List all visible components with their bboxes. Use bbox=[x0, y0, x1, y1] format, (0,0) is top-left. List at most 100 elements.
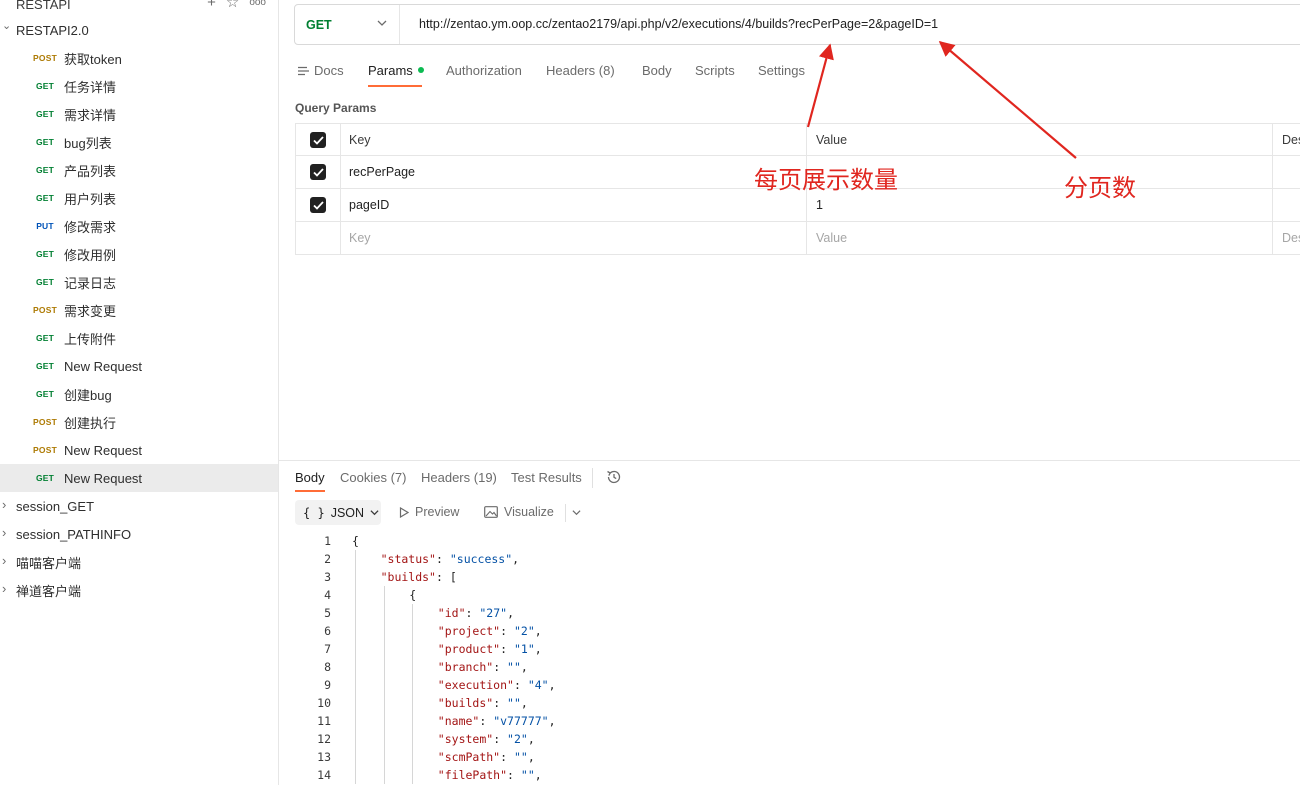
json-key: "builds" bbox=[380, 570, 436, 584]
response-tab-test-results[interactable]: Test Results bbox=[511, 470, 582, 485]
response-tab-body[interactable]: Body bbox=[295, 470, 325, 485]
sidebar-request-item[interactable]: GET 需求详情 bbox=[0, 100, 278, 128]
line-number: 1 bbox=[324, 534, 331, 548]
sidebar-folder[interactable]: › 禅道客户端 bbox=[0, 576, 278, 604]
chevron-down-icon[interactable]: ⌄ bbox=[2, 19, 12, 32]
json-key: "execution" bbox=[437, 678, 514, 692]
new-value-input[interactable]: Value bbox=[807, 222, 1273, 254]
param-check-cell[interactable] bbox=[295, 189, 341, 221]
sidebar-request-item[interactable]: PUT 修改需求 bbox=[0, 212, 278, 240]
code-text: "branch": "", bbox=[437, 660, 528, 674]
preview-button[interactable]: Preview bbox=[399, 505, 459, 519]
request-method-badge: GET bbox=[35, 389, 55, 399]
param-check-cell[interactable] bbox=[295, 156, 341, 188]
response-tab-headers[interactable]: Headers (19) bbox=[421, 470, 497, 485]
param-key-input[interactable]: recPerPage bbox=[341, 156, 807, 188]
request-name-label: 用户列表 bbox=[64, 191, 117, 207]
code-line: 8 "branch": "", bbox=[295, 658, 1295, 676]
chevron-right-icon[interactable]: › bbox=[2, 497, 12, 512]
tab-params[interactable]: Params bbox=[368, 63, 424, 78]
sidebar-folder[interactable]: › session_GET bbox=[0, 492, 278, 520]
json-key: "branch" bbox=[437, 660, 494, 674]
sidebar-request-item[interactable]: GET 上传附件 bbox=[0, 324, 278, 352]
tab-docs[interactable]: Docs bbox=[298, 63, 344, 78]
sidebar-request-item[interactable]: POST 获取token bbox=[0, 44, 278, 72]
sidebar-request-item[interactable]: GET 产品列表 bbox=[0, 156, 278, 184]
format-json-select[interactable]: { } JSON bbox=[295, 500, 381, 525]
json-punct: , bbox=[548, 714, 556, 728]
json-value: "27" bbox=[479, 606, 508, 620]
sidebar-tools: + ☆ ooo bbox=[207, 0, 266, 12]
sidebar-request-item[interactable]: GET 任务详情 bbox=[0, 72, 278, 100]
chevron-down-icon[interactable] bbox=[572, 508, 581, 517]
response-active-tab-indicator bbox=[295, 490, 325, 492]
json-punct: , bbox=[527, 732, 535, 746]
sidebar-request-item[interactable]: GET 创建bug bbox=[0, 380, 278, 408]
code-line: 14 "filePath": "", bbox=[295, 766, 1295, 784]
sidebar-folder[interactable]: › session_PATHINFO bbox=[0, 520, 278, 548]
code-text: "builds": "", bbox=[437, 696, 528, 710]
tab-scripts[interactable]: Scripts bbox=[695, 63, 735, 78]
tab-settings[interactable]: Settings bbox=[758, 63, 805, 78]
method-select[interactable]: GET bbox=[295, 5, 400, 44]
code-line: 4{ bbox=[295, 586, 1295, 604]
param-description-input[interactable] bbox=[1273, 156, 1300, 188]
add-icon[interactable]: + bbox=[207, 0, 216, 12]
more-icon[interactable]: ooo bbox=[249, 0, 266, 12]
line-number: 12 bbox=[317, 732, 331, 746]
sidebar-folder[interactable]: › 喵喵客户端 bbox=[0, 548, 278, 576]
response-tab-cookies-label: Cookies bbox=[340, 470, 387, 485]
chevron-right-icon[interactable]: › bbox=[2, 525, 12, 540]
star-icon[interactable]: ☆ bbox=[226, 0, 239, 12]
tab-headers[interactable]: Headers (8) bbox=[546, 63, 615, 78]
per-page-arrow bbox=[806, 43, 834, 128]
line-number: 6 bbox=[324, 624, 331, 638]
sidebar-request-item[interactable]: POST New Request bbox=[0, 436, 278, 464]
select-all-checkbox[interactable] bbox=[310, 132, 326, 148]
code-line: 7 "product": "1", bbox=[295, 640, 1295, 658]
sidebar-request-item[interactable]: POST 创建执行 bbox=[0, 408, 278, 436]
request-method-badge: GET bbox=[35, 109, 55, 119]
select-all-cell[interactable] bbox=[295, 124, 341, 156]
code-text: "scmPath": "", bbox=[437, 750, 535, 764]
collection-sidebar: RESTAPI + ☆ ooo ⌄ RESTAPI2.0 POST 获取token GE… bbox=[0, 0, 279, 785]
sidebar-request-item[interactable]: GET 用户列表 bbox=[0, 184, 278, 212]
line-number: 7 bbox=[324, 642, 331, 656]
chevron-down-icon bbox=[377, 20, 387, 26]
sidebar-folder[interactable]: ⌄ RESTAPI2.0 bbox=[0, 16, 278, 44]
check-icon bbox=[312, 200, 324, 210]
param-checkbox[interactable] bbox=[310, 164, 326, 180]
response-tab-headers-label: Headers bbox=[421, 470, 471, 485]
url-input[interactable]: http://zentao.ym.oop.cc/zentao2179/api.p… bbox=[419, 17, 938, 31]
json-value: "" bbox=[513, 750, 528, 764]
code-line: 1{ bbox=[295, 532, 1295, 550]
chevron-right-icon[interactable]: › bbox=[2, 581, 12, 596]
visualize-button[interactable]: Visualize bbox=[484, 505, 554, 519]
tab-body[interactable]: Body bbox=[642, 63, 672, 78]
param-key-input[interactable]: pageID bbox=[341, 189, 807, 221]
sidebar-request-item[interactable]: GET 修改用例 bbox=[0, 240, 278, 268]
response-body-editor[interactable]: 1{2 "status": "success", 3 "builds": [4{5 "i… bbox=[295, 532, 1295, 785]
json-key: "name" bbox=[437, 714, 480, 728]
sidebar-request-item[interactable]: POST 需求变更 bbox=[0, 296, 278, 324]
chevron-right-icon[interactable]: › bbox=[2, 553, 12, 568]
sidebar-request-item[interactable]: GET New Request bbox=[0, 352, 278, 380]
json-key: "filePath" bbox=[437, 768, 508, 782]
response-tab-cookies[interactable]: Cookies (7) bbox=[340, 470, 406, 485]
params-active-dot-icon bbox=[417, 67, 424, 73]
param-description-input[interactable] bbox=[1273, 189, 1300, 221]
json-braces-icon: { } bbox=[303, 505, 325, 520]
new-description-input[interactable]: Des bbox=[1273, 222, 1300, 254]
sidebar-request-item[interactable]: GET 记录日志 bbox=[0, 268, 278, 296]
history-icon[interactable] bbox=[605, 468, 623, 486]
new-key-input[interactable]: Key bbox=[341, 222, 807, 254]
sidebar-request-item[interactable]: GET New Request bbox=[0, 464, 278, 492]
sidebar-request-item[interactable]: GET bug列表 bbox=[0, 128, 278, 156]
tab-authorization[interactable]: Authorization bbox=[446, 63, 522, 78]
params-header-row: Key Value Des bbox=[295, 123, 1300, 156]
request-method-badge: GET bbox=[35, 361, 55, 371]
collection-name[interactable]: RESTAPI bbox=[16, 0, 71, 12]
request-method-badge: GET bbox=[35, 137, 55, 147]
param-checkbox[interactable] bbox=[310, 197, 326, 213]
request-name-label: New Request bbox=[64, 358, 143, 374]
